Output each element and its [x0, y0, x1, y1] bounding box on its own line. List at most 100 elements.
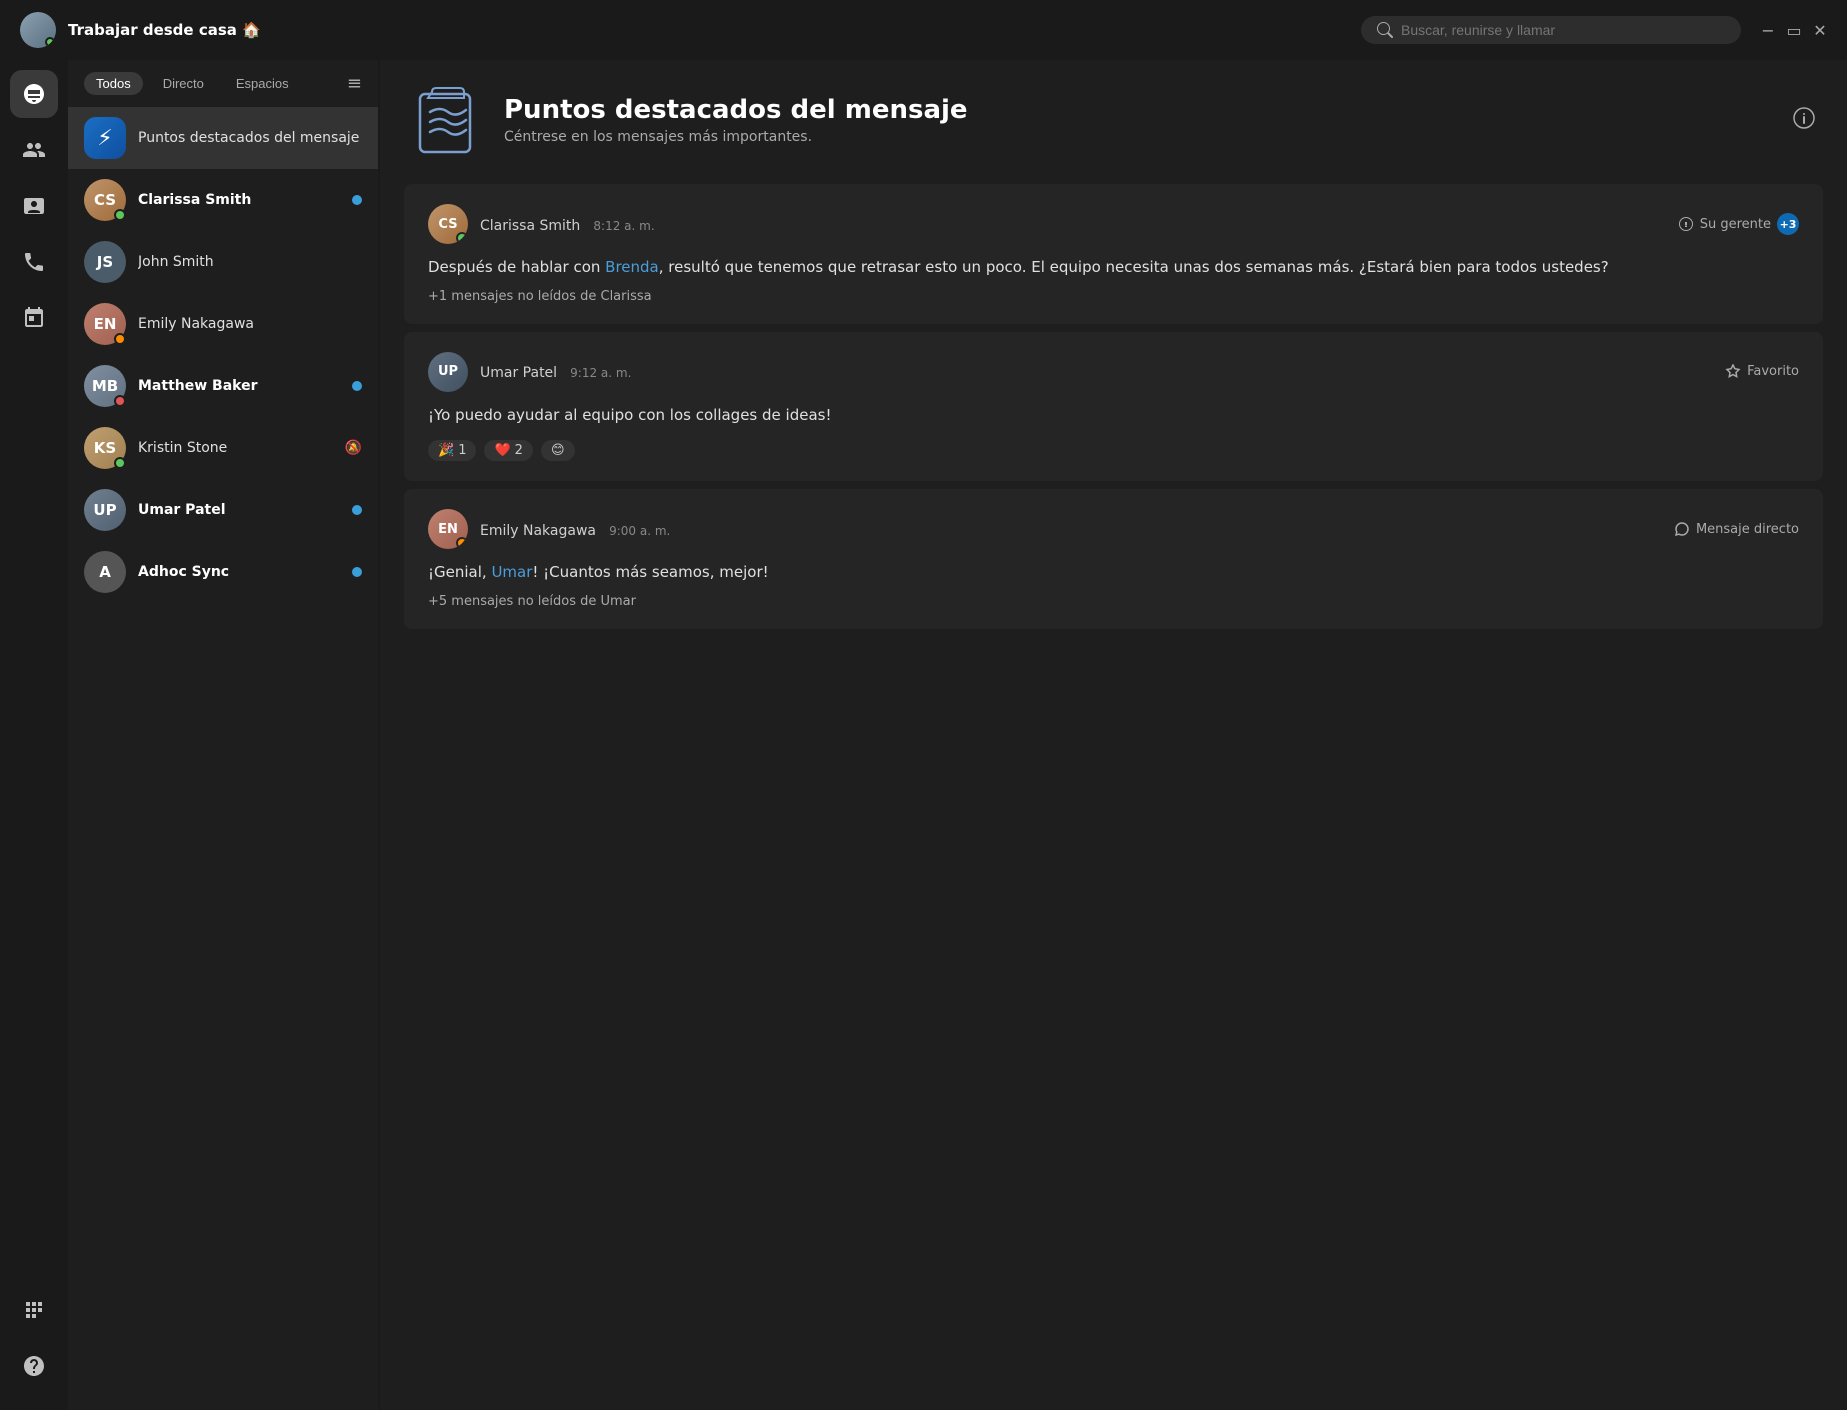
content-header: Puntos destacados del mensaje Céntrese e…	[380, 60, 1847, 176]
chat-name-adhoc: Adhoc Sync	[138, 564, 340, 580]
message-header-umar: UP Umar Patel 9:12 a. m. Favorito	[428, 352, 1799, 392]
maximize-button[interactable]: ▭	[1787, 23, 1801, 37]
msg-meta-clarissa: Clarissa Smith 8:12 a. m.	[480, 215, 1666, 234]
sidebar-item-chat[interactable]	[10, 70, 58, 118]
minimize-button[interactable]: −	[1761, 23, 1775, 37]
sidebar-item-people[interactable]	[10, 126, 58, 174]
chat-item-emily[interactable]: EN Emily Nakagawa	[68, 293, 378, 355]
sidebar-item-calls[interactable]	[10, 238, 58, 286]
reaction-count-party: 1	[458, 443, 466, 458]
msg-avatar-clarissa: CS	[428, 204, 468, 244]
chat-name-emily: Emily Nakagawa	[138, 316, 362, 332]
msg-time-clarissa: 8:12 a. m.	[593, 219, 654, 233]
reaction-emoji-party: 🎉	[438, 443, 454, 458]
content-subtitle: Céntrese en los mensajes más importantes…	[504, 129, 968, 145]
adhoc-right	[352, 567, 362, 577]
kristin-avatar: KS	[84, 427, 126, 469]
chat-list: Todos Directo Espacios ≡ ⚡ Puntos destac…	[68, 60, 378, 1410]
filter-direct-button[interactable]: Directo	[151, 72, 216, 95]
message-header-clarissa: CS Clarissa Smith 8:12 a. m. Su gerente …	[428, 204, 1799, 244]
john-avatar: JS	[84, 241, 126, 283]
filter-spaces-button[interactable]: Espacios	[224, 72, 301, 95]
chat-name-highlights: Puntos destacados del mensaje	[138, 130, 362, 146]
umar-initials: UP	[84, 489, 126, 531]
reaction-party[interactable]: 🎉 1	[428, 440, 476, 461]
matthew-status	[114, 395, 126, 407]
chat-info-umar: Umar Patel	[138, 502, 340, 518]
filter-menu-icon[interactable]: ≡	[347, 73, 362, 94]
kristin-status	[114, 457, 126, 469]
msg-time-umar: 9:12 a. m.	[570, 366, 631, 380]
message-card-umar: UP Umar Patel 9:12 a. m. Favorito ¡Yo pu…	[404, 332, 1823, 482]
umar-avatar: UP	[84, 489, 126, 531]
chat-name-kristin: Kristin Stone	[138, 440, 333, 456]
mute-icon: 🔕	[345, 440, 362, 456]
clarissa-unread	[352, 195, 362, 205]
msg-body-emily: ¡Genial, Umar! ¡Cuantos más seamos, mejo…	[428, 561, 1799, 584]
filter-all-button[interactable]: Todos	[84, 72, 143, 95]
direct-message-button[interactable]: Mensaje directo	[1674, 521, 1799, 537]
msg-avatar-emily: EN	[428, 509, 468, 549]
manager-icon	[1678, 216, 1694, 232]
reaction-heart[interactable]: ❤️ 2	[484, 440, 532, 461]
sidebar-item-calendar[interactable]	[10, 294, 58, 342]
title-bar: Trabajar desde casa 🏠 − ▭ ✕	[0, 0, 1847, 60]
message-header-emily: EN Emily Nakagawa 9:00 a. m. Mensaje dir…	[428, 509, 1799, 549]
user-avatar[interactable]	[20, 12, 56, 48]
chat-info-highlights: Puntos destacados del mensaje	[138, 130, 362, 146]
reaction-smile[interactable]: 😊	[541, 440, 575, 461]
chat-item-highlights[interactable]: ⚡ Puntos destacados del mensaje	[68, 107, 378, 169]
chat-name-john: John Smith	[138, 254, 362, 270]
msg-body-umar: ¡Yo puedo ayudar al equipo con los colla…	[428, 404, 1799, 427]
chat-name-umar: Umar Patel	[138, 502, 340, 518]
content-title: Puntos destacados del mensaje	[504, 95, 968, 125]
msg-body-clarissa: Después de hablar con Brenda, resultó qu…	[428, 256, 1799, 279]
msg-tag-clarissa[interactable]: Su gerente +3	[1678, 213, 1799, 235]
chat-info-matthew: Matthew Baker	[138, 378, 340, 394]
msg-status-emily	[456, 537, 468, 549]
emily-avatar: EN	[84, 303, 126, 345]
msg-avatar-umar: UP	[428, 352, 468, 392]
close-button[interactable]: ✕	[1813, 23, 1827, 37]
chat-info-kristin: Kristin Stone	[138, 440, 333, 456]
chat-info-john: John Smith	[138, 254, 362, 270]
adhoc-initials: A	[84, 551, 126, 593]
chat-info-clarissa: Clarissa Smith	[138, 192, 340, 208]
msg-tag-label-clarissa: Su gerente	[1700, 217, 1771, 232]
sidebar-item-contacts[interactable]	[10, 182, 58, 230]
chat-item-clarissa[interactable]: CS Clarissa Smith	[68, 169, 378, 231]
star-icon	[1725, 364, 1741, 380]
main-container: Todos Directo Espacios ≡ ⚡ Puntos destac…	[0, 60, 1847, 1410]
reaction-emoji-heart: ❤️	[494, 443, 510, 458]
chat-name-matthew: Matthew Baker	[138, 378, 340, 394]
clarissa-status	[114, 209, 126, 221]
sidebar-item-apps[interactable]	[10, 1286, 58, 1334]
manager-badge: +3	[1777, 213, 1799, 235]
matthew-avatar: MB	[84, 365, 126, 407]
chat-bubble-icon	[1674, 521, 1690, 537]
chat-item-kristin[interactable]: KS Kristin Stone 🔕	[68, 417, 378, 479]
matthew-right	[352, 381, 362, 391]
unread-note-clarissa: +1 mensajes no leídos de Clarissa	[428, 289, 1799, 304]
search-bar[interactable]	[1361, 16, 1741, 44]
info-button[interactable]	[1793, 107, 1815, 134]
umar-right	[352, 505, 362, 515]
messages-container: CS Clarissa Smith 8:12 a. m. Su gerente …	[380, 176, 1847, 1410]
msg-status-clarissa	[456, 232, 468, 244]
adhoc-unread	[352, 567, 362, 577]
chat-name-clarissa: Clarissa Smith	[138, 192, 340, 208]
reactions-umar: 🎉 1 ❤️ 2 😊	[428, 440, 1799, 461]
sidebar-item-help[interactable]	[10, 1342, 58, 1390]
search-input[interactable]	[1401, 22, 1725, 38]
sidebar-icons	[0, 60, 68, 1410]
chat-item-john[interactable]: JS John Smith	[68, 231, 378, 293]
reaction-count-heart: 2	[515, 443, 523, 458]
direct-message-label: Mensaje directo	[1696, 522, 1799, 537]
chat-item-umar[interactable]: UP Umar Patel	[68, 479, 378, 541]
chat-info-emily: Emily Nakagawa	[138, 316, 362, 332]
chat-item-adhoc[interactable]: A Adhoc Sync	[68, 541, 378, 603]
window-controls: − ▭ ✕	[1761, 23, 1827, 37]
chat-item-matthew[interactable]: MB Matthew Baker	[68, 355, 378, 417]
favorite-button[interactable]: Favorito	[1725, 364, 1799, 380]
msg-meta-emily: Emily Nakagawa 9:00 a. m.	[480, 520, 1662, 539]
